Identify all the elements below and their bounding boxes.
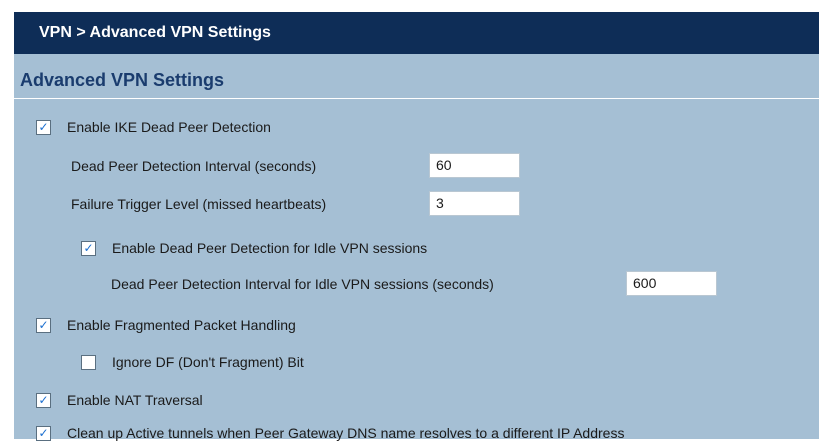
- section-divider: [14, 98, 819, 99]
- section-title: Advanced VPN Settings: [20, 70, 225, 90]
- failure-trigger-input[interactable]: 3: [429, 191, 520, 216]
- fragmented-label: Enable Fragmented Packet Handling: [67, 317, 296, 333]
- page-title-bar: VPN > Advanced VPN Settings: [14, 12, 819, 54]
- idle-dpd-checkbox[interactable]: ✓: [81, 240, 96, 256]
- fragmented-row: ✓ Enable Fragmented Packet Handling: [36, 317, 296, 333]
- dpd-interval-label: Dead Peer Detection Interval (seconds): [71, 158, 317, 174]
- fragmented-checkbox[interactable]: ✓: [36, 317, 51, 333]
- idle-interval-row: Dead Peer Detection Interval for Idle VP…: [111, 276, 494, 292]
- failure-trigger-row: Failure Trigger Level (missed heartbeats…: [71, 196, 326, 212]
- ike-dpd-checkbox[interactable]: ✓: [36, 119, 51, 135]
- idle-dpd-row: ✓ Enable Dead Peer Detection for Idle VP…: [81, 240, 427, 256]
- idle-interval-label: Dead Peer Detection Interval for Idle VP…: [111, 276, 494, 292]
- cleanup-checkbox[interactable]: ✓: [36, 425, 51, 441]
- nat-label: Enable NAT Traversal: [67, 392, 203, 408]
- ignore-df-checkbox[interactable]: [81, 354, 96, 370]
- dpd-interval-row: Dead Peer Detection Interval (seconds): [71, 158, 316, 174]
- ignore-df-label: Ignore DF (Don't Fragment) Bit: [112, 354, 304, 370]
- nat-row: ✓ Enable NAT Traversal: [36, 392, 203, 408]
- ike-dpd-label: Enable IKE Dead Peer Detection: [67, 119, 271, 135]
- dpd-interval-input[interactable]: 60: [429, 153, 520, 178]
- failure-trigger-label: Failure Trigger Level (missed heartbeats…: [71, 196, 327, 212]
- nat-checkbox[interactable]: ✓: [36, 392, 51, 408]
- idle-interval-input[interactable]: 600: [626, 271, 717, 296]
- ike-dpd-row: ✓ Enable IKE Dead Peer Detection: [36, 119, 271, 135]
- ignore-df-row: Ignore DF (Don't Fragment) Bit: [81, 354, 304, 370]
- idle-dpd-label: Enable Dead Peer Detection for Idle VPN …: [112, 240, 428, 256]
- settings-panel: VPN > Advanced VPN Settings Advanced VPN…: [14, 12, 819, 441]
- page-title: VPN > Advanced VPN Settings: [39, 24, 271, 41]
